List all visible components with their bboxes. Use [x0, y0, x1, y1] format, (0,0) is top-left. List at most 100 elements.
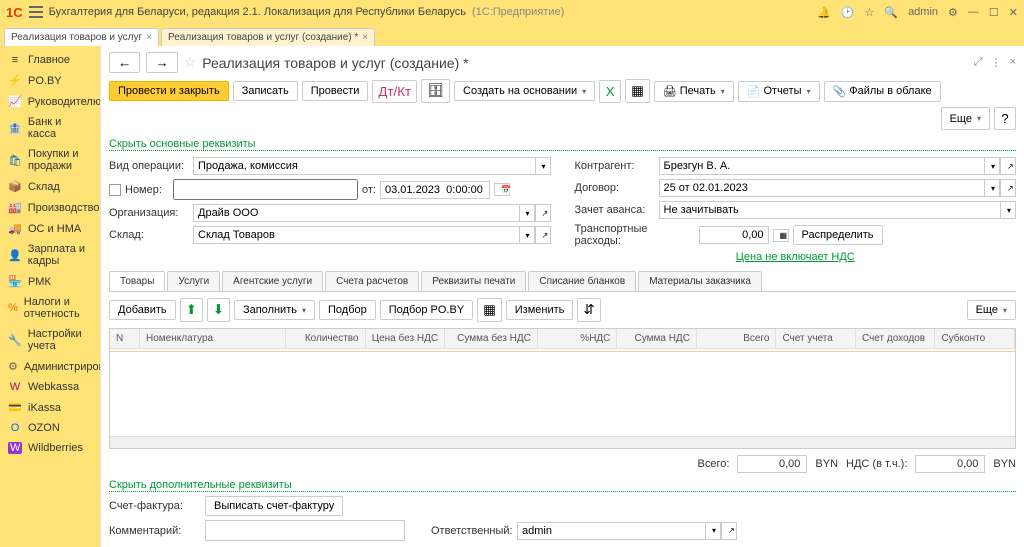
- close-form-icon[interactable]: ×: [1010, 56, 1016, 69]
- number-input[interactable]: [173, 179, 358, 200]
- star-icon[interactable]: ☆: [864, 6, 874, 19]
- barcode-icon[interactable]: ▦: [625, 79, 650, 103]
- tab-services[interactable]: Услуги: [167, 271, 220, 291]
- grid-body[interactable]: [110, 349, 1015, 436]
- col-qty[interactable]: Количество: [286, 329, 366, 348]
- col-nds-sum[interactable]: Сумма НДС: [617, 329, 697, 348]
- date-input[interactable]: [380, 181, 490, 199]
- close-icon[interactable]: ×: [146, 32, 152, 43]
- nav-bank[interactable]: 🏦Банк и касса: [0, 112, 100, 144]
- nav-production[interactable]: 🏭Производство: [0, 197, 100, 218]
- distribute-button[interactable]: Распределить: [793, 225, 883, 245]
- nav-rmk[interactable]: 🏪РМК: [0, 271, 100, 292]
- nav-main[interactable]: ≡Главное: [0, 50, 100, 70]
- nav-assets[interactable]: 🚚ОС и НМА: [0, 218, 100, 239]
- move-down-icon[interactable]: ⬇: [207, 298, 230, 322]
- grid-more-button[interactable]: Еще: [967, 300, 1016, 320]
- nav-sales[interactable]: 🛍Покупки и продажи: [0, 144, 100, 176]
- create-based-button[interactable]: Создать на основании: [454, 81, 595, 101]
- minimize-icon[interactable]: —: [968, 6, 979, 18]
- favorite-icon[interactable]: ☆: [184, 54, 197, 71]
- nav-ozon[interactable]: OOZON: [0, 418, 100, 438]
- settings-icon[interactable]: ⚙: [948, 6, 958, 19]
- cloud-files-button[interactable]: 📎 Файлы в облаке: [824, 81, 941, 102]
- nav-poby[interactable]: ⚡PO.BY: [0, 70, 100, 91]
- trans-input[interactable]: [699, 226, 769, 244]
- nav-admin[interactable]: ⚙Администрирование: [0, 356, 100, 377]
- menu-icon[interactable]: [29, 6, 43, 18]
- tab-accounts[interactable]: Счета расчетов: [325, 271, 419, 291]
- nav-wb[interactable]: WWildberries: [0, 438, 100, 458]
- col-total[interactable]: Всего: [697, 329, 777, 348]
- contr-input[interactable]: [659, 157, 985, 175]
- barcode-icon[interactable]: ▦: [477, 298, 502, 322]
- col-subconto[interactable]: Субконто: [935, 329, 1015, 348]
- dropdown-icon[interactable]: ▾: [519, 226, 535, 244]
- move-up-icon[interactable]: ⬆: [180, 298, 203, 322]
- op-type-input[interactable]: [193, 157, 535, 175]
- write-invoice-button[interactable]: Выписать счет-фактуру: [205, 496, 343, 516]
- tab-blanks[interactable]: Списание бланков: [528, 271, 636, 291]
- dt-kt-icon[interactable]: Дт/Кт: [372, 80, 417, 103]
- col-account[interactable]: Счет учета: [776, 329, 856, 348]
- pick-button[interactable]: Подбор: [319, 300, 376, 320]
- doc-tab[interactable]: Реализация товаров и услуг ×: [4, 28, 159, 46]
- collapse-main-link[interactable]: Скрыть основные реквизиты: [109, 138, 1016, 151]
- open-icon[interactable]: ↗: [721, 522, 737, 540]
- dog-input[interactable]: [659, 179, 985, 197]
- horizontal-scrollbar[interactable]: [110, 436, 1015, 448]
- calc-icon[interactable]: ▦: [773, 229, 789, 242]
- org-input[interactable]: [193, 204, 519, 222]
- forward-button[interactable]: →: [146, 52, 177, 73]
- search-icon[interactable]: 🔍: [884, 6, 898, 19]
- nav-hr[interactable]: 👤Зарплата и кадры: [0, 239, 100, 271]
- more-button[interactable]: Еще: [941, 107, 990, 130]
- tab-goods[interactable]: Товары: [109, 271, 165, 291]
- tab-materials[interactable]: Материалы заказчика: [638, 271, 762, 291]
- nav-settings[interactable]: 🔧Настройки учета: [0, 324, 100, 356]
- open-icon[interactable]: ↗: [1000, 179, 1016, 197]
- col-nds-rate[interactable]: %НДС: [538, 329, 618, 348]
- tab-agent[interactable]: Агентские услуги: [222, 271, 323, 291]
- user-label[interactable]: admin: [908, 6, 938, 18]
- resp-input[interactable]: [517, 522, 705, 540]
- col-nomenclature[interactable]: Номенклатура: [140, 329, 286, 348]
- back-button[interactable]: ←: [109, 52, 140, 73]
- close-icon[interactable]: ✕: [1009, 6, 1018, 19]
- col-n[interactable]: N: [110, 329, 140, 348]
- edit-row-button[interactable]: Изменить: [506, 300, 574, 320]
- doc-tab-active[interactable]: Реализация товаров и услуг (создание) * …: [161, 28, 375, 46]
- collapse-extra-link[interactable]: Скрыть дополнительные реквизиты: [109, 479, 1016, 492]
- more-menu-icon[interactable]: ⋮: [991, 56, 1002, 69]
- toggle-icon[interactable]: ⇵: [577, 298, 600, 322]
- open-icon[interactable]: ↗: [535, 204, 551, 222]
- dropdown-icon[interactable]: ▾: [535, 157, 551, 175]
- save-button[interactable]: Записать: [233, 81, 298, 101]
- structure-icon[interactable]: 🗄: [421, 79, 450, 103]
- dropdown-icon[interactable]: ▾: [705, 522, 721, 540]
- add-row-button[interactable]: Добавить: [109, 300, 176, 320]
- open-icon[interactable]: ↗: [535, 226, 551, 244]
- tab-print[interactable]: Реквизиты печати: [421, 271, 526, 291]
- help-button[interactable]: ?: [994, 107, 1016, 130]
- maximize-icon[interactable]: ☐: [989, 6, 999, 19]
- dropdown-icon[interactable]: ▾: [984, 157, 1000, 175]
- col-income[interactable]: Счет доходов: [856, 329, 936, 348]
- dropdown-icon[interactable]: ▾: [1000, 201, 1016, 219]
- nav-manager[interactable]: 📈Руководителю: [0, 91, 100, 112]
- open-icon[interactable]: ↗: [1000, 157, 1016, 175]
- dropdown-icon[interactable]: ▾: [519, 204, 535, 222]
- advance-input[interactable]: [659, 201, 1001, 219]
- nav-webkassa[interactable]: WWebkassa: [0, 377, 100, 397]
- bell-icon[interactable]: 🔔: [817, 6, 831, 19]
- excel-icon[interactable]: X: [599, 80, 621, 103]
- print-button[interactable]: 🖨 Печать: [654, 81, 734, 102]
- comment-input[interactable]: [205, 520, 405, 541]
- fill-button[interactable]: Заполнить: [234, 300, 315, 320]
- col-sum[interactable]: Сумма без НДС: [445, 329, 538, 348]
- number-checkbox[interactable]: [109, 184, 121, 196]
- post-and-close-button[interactable]: Провести и закрыть: [109, 81, 229, 101]
- col-price[interactable]: Цена без НДС: [366, 329, 446, 348]
- nav-warehouse[interactable]: 📦Склад: [0, 176, 100, 197]
- wh-input[interactable]: [193, 226, 519, 244]
